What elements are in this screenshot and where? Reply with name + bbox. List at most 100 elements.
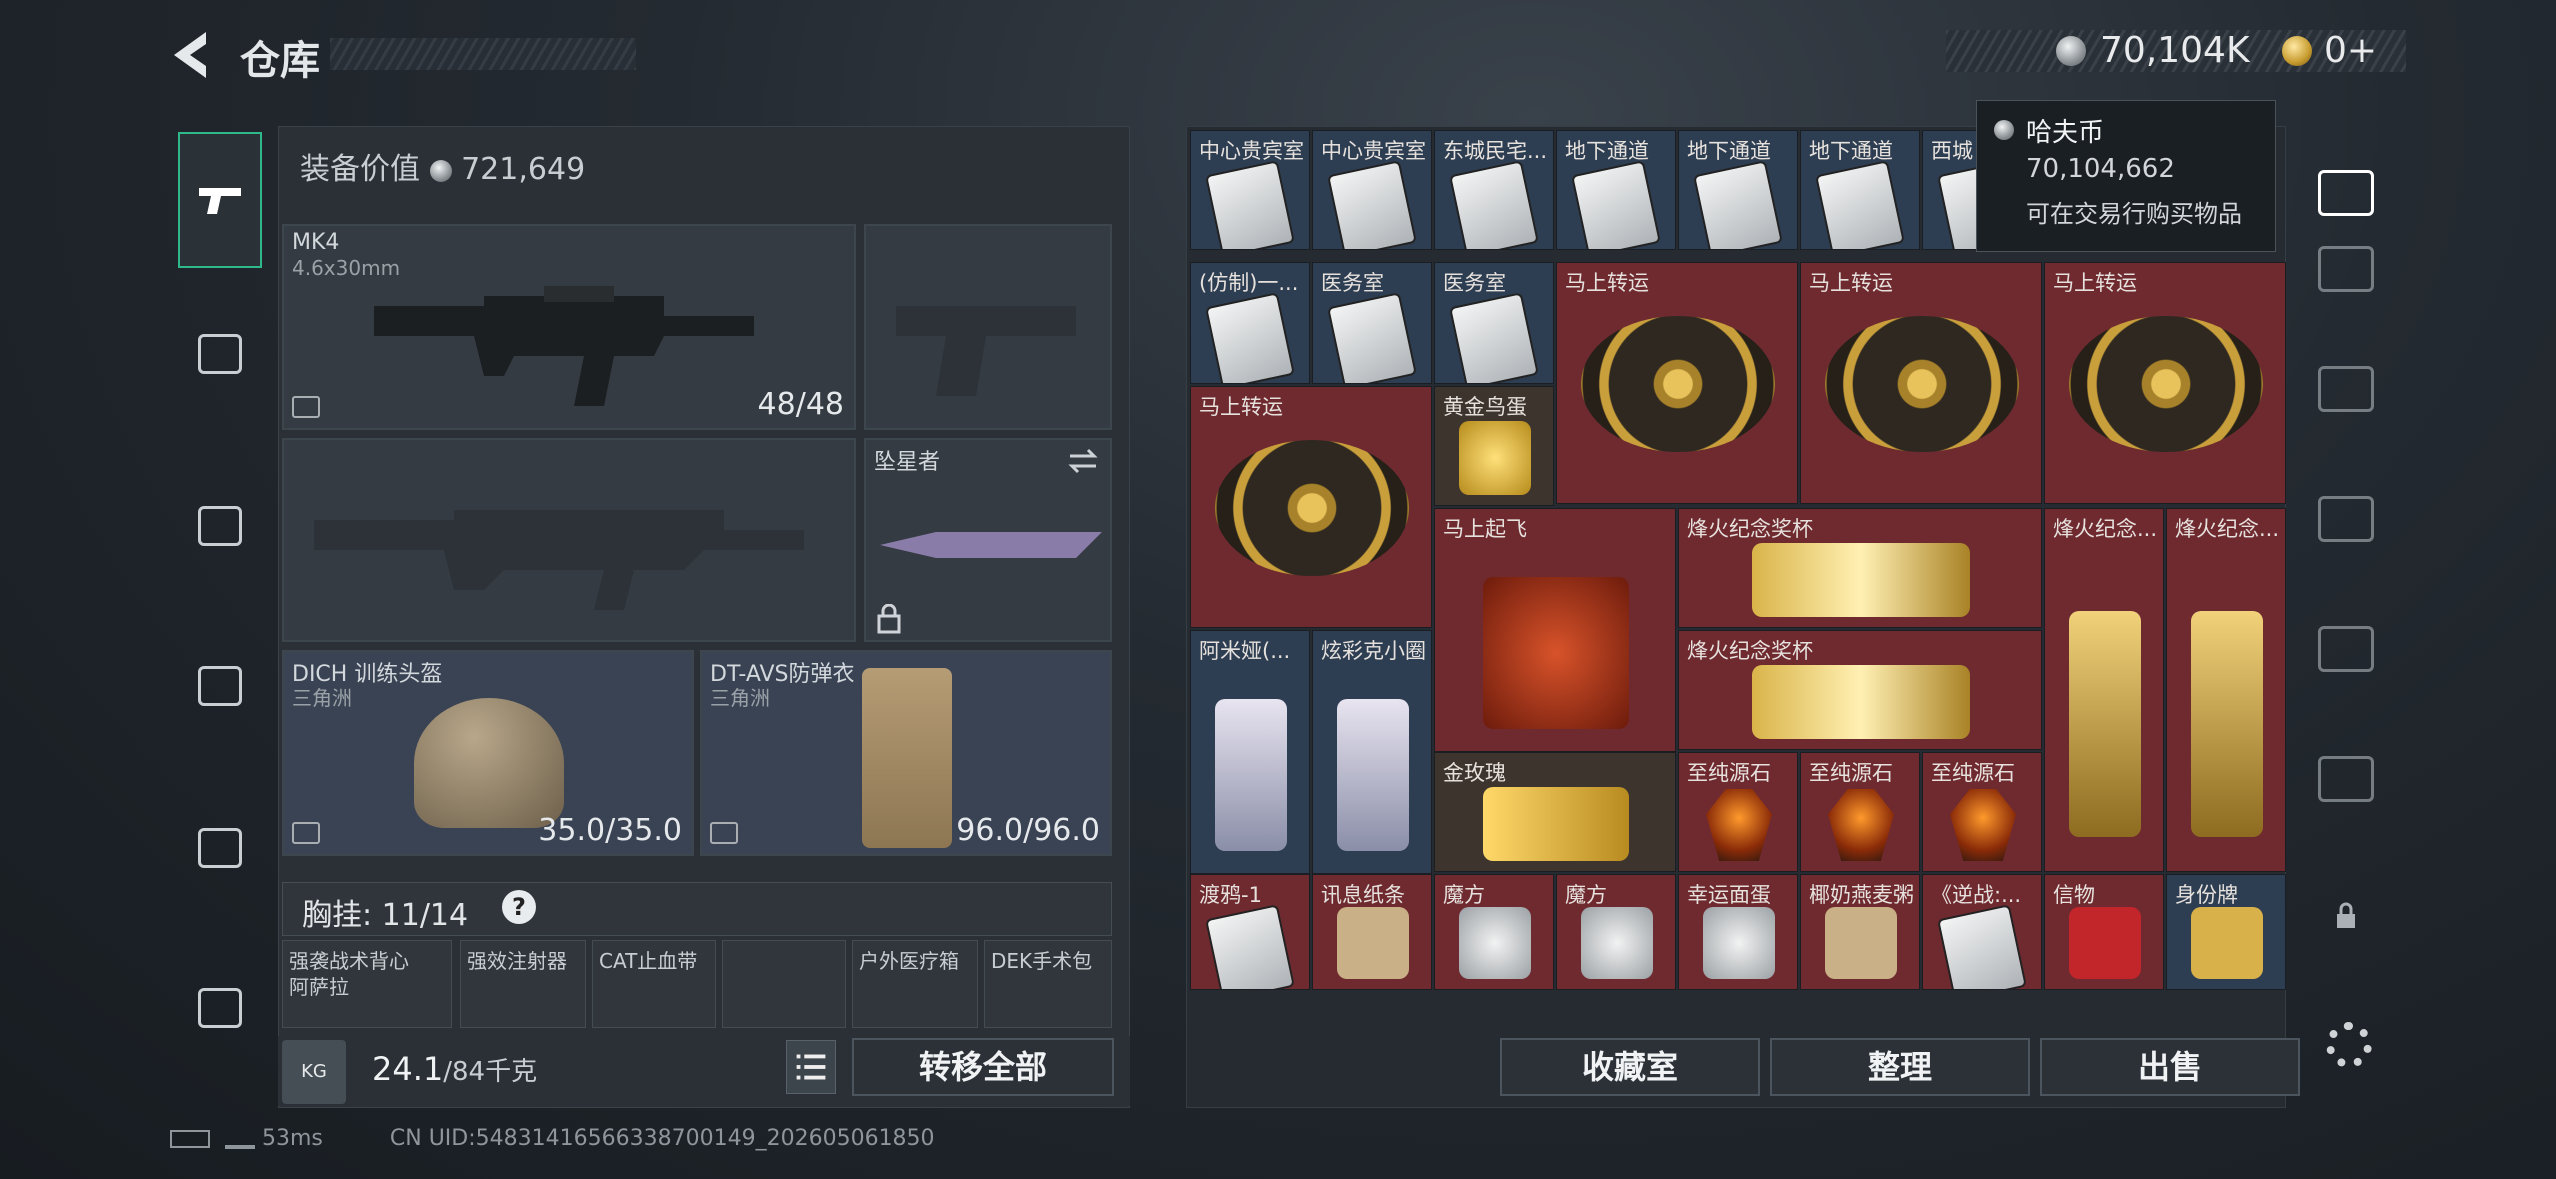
keycard-image xyxy=(1451,294,1537,383)
rig-item-empty[interactable] xyxy=(722,940,846,1028)
grid-item[interactable]: 幸运面蛋 xyxy=(1678,874,1798,990)
grid-item[interactable]: 身份牌 xyxy=(2166,874,2286,990)
grid-item[interactable]: 地下通道 xyxy=(1800,130,1920,250)
primary-weapon-slot[interactable]: MK4 4.6x30mm 48/48 xyxy=(282,224,856,430)
grid-item[interactable]: 至纯源石 xyxy=(1922,752,2042,872)
helmet-slot[interactable]: DICH 训练头盔 三角洲 35.0/35.0 xyxy=(282,650,694,856)
backpack-icon xyxy=(198,506,242,546)
grid-item[interactable]: 阿米娅(... xyxy=(1190,630,1310,874)
rig-item-label: DEK手术包 xyxy=(991,949,1093,973)
tag-image xyxy=(2191,907,2263,980)
silver-coin-icon xyxy=(2056,36,2086,66)
grid-item[interactable]: 魔方 xyxy=(1434,874,1554,990)
rig-item[interactable]: DEK手术包 xyxy=(984,940,1112,1028)
grid-item-label: 金玫瑰 xyxy=(1443,761,1506,785)
grid-item[interactable]: 中心贵宾室 xyxy=(1190,130,1310,250)
keycard-image xyxy=(1329,162,1415,249)
grid-item[interactable]: 至纯源石 xyxy=(1800,752,1920,872)
grid-item[interactable]: 中心贵宾室 xyxy=(1312,130,1432,250)
fig-image xyxy=(1215,699,1287,851)
grid-item[interactable]: 渡鸦-1 xyxy=(1190,874,1310,990)
grid-item[interactable]: 讯息纸条 xyxy=(1312,874,1432,990)
rig-item[interactable]: 强效注射器 xyxy=(460,940,586,1028)
sell-button[interactable]: 出售 xyxy=(2040,1038,2300,1096)
grid-item[interactable]: 马上转运 xyxy=(1190,386,1432,628)
nav-toolbox[interactable] xyxy=(178,940,262,1076)
grid-item[interactable]: 地下通道 xyxy=(1556,130,1676,250)
horse-image xyxy=(1483,577,1629,729)
gear-icon[interactable] xyxy=(2326,1022,2372,1068)
grid-item[interactable]: 烽火纪念奖杯 xyxy=(1678,508,2042,628)
equip-value-amount: 721,649 xyxy=(461,152,586,187)
paper-image xyxy=(1825,907,1897,980)
weight-current: 24.1 xyxy=(372,1050,444,1088)
title-stripe xyxy=(330,38,636,70)
lock-icon[interactable] xyxy=(2334,902,2358,930)
equip-value: 装备价值 721,649 xyxy=(300,144,585,188)
grid-item[interactable]: 医务室 xyxy=(1312,262,1432,384)
gold-balance[interactable]: 0+ xyxy=(2324,30,2377,71)
collection-room-button[interactable]: 收藏室 xyxy=(1500,1038,1760,1096)
transfer-all-button[interactable]: 转移全部 xyxy=(852,1038,1114,1096)
grid-item[interactable]: 马上转运 xyxy=(2044,262,2286,504)
silver-balance[interactable]: 70,104K xyxy=(2100,30,2250,71)
nav-backpack[interactable] xyxy=(178,458,262,594)
grid-item[interactable]: 椰奶燕麦粥 xyxy=(1800,874,1920,990)
grid-item-label: 身份牌 xyxy=(2175,883,2238,907)
grid-item[interactable]: 马上转运 xyxy=(1556,262,1798,504)
cube-image xyxy=(1459,907,1531,980)
grid-item[interactable]: 东城民宅... xyxy=(1434,130,1554,250)
grid-item-label: 地下通道 xyxy=(1565,139,1649,163)
grid-item[interactable]: 信物 xyxy=(2044,874,2164,990)
weight-value: 24.1/84千克 xyxy=(372,1050,537,1088)
armor-slot[interactable]: DT-AVS防弹衣 三角洲 96.0/96.0 xyxy=(700,650,1112,856)
grid-item-label: 烽火纪念... xyxy=(2053,517,2158,541)
grid-item[interactable]: (仿制)一... xyxy=(1190,262,1310,384)
grid-item[interactable]: 黄金鸟蛋 xyxy=(1434,386,1554,506)
storage-tab-icon[interactable] xyxy=(2318,246,2374,292)
weight-icon: KG xyxy=(282,1040,346,1104)
pistol-slot[interactable] xyxy=(864,224,1112,430)
grid-item[interactable]: 至纯源石 xyxy=(1678,752,1798,872)
swap-icon[interactable] xyxy=(1066,446,1100,476)
back-icon[interactable] xyxy=(166,26,214,84)
grid-item[interactable]: 炫彩克小圈 xyxy=(1312,630,1432,874)
storage-tab-icon[interactable] xyxy=(2318,496,2374,542)
nav-case[interactable] xyxy=(178,780,262,916)
grid-item[interactable]: 马上转运 xyxy=(1800,262,2042,504)
silver-coin-icon xyxy=(1994,120,2014,140)
grid-item-label: 医务室 xyxy=(1321,271,1384,295)
sort-button[interactable]: 整理 xyxy=(1770,1038,2030,1096)
grid-item[interactable]: 《逆战:... xyxy=(1922,874,2042,990)
storage-tab-icon[interactable] xyxy=(2318,626,2374,672)
grid-item[interactable]: 地下通道 xyxy=(1678,130,1798,250)
grid-item[interactable]: 魔方 xyxy=(1556,874,1676,990)
grid-item[interactable]: 医务室 xyxy=(1434,262,1554,384)
grid-item[interactable]: 烽火纪念奖杯 xyxy=(1678,630,2042,750)
grid-item[interactable]: 烽火纪念... xyxy=(2044,508,2164,872)
keycard-image xyxy=(1451,162,1537,249)
nav-bag[interactable] xyxy=(178,618,262,754)
rig-item-label: 强效注射器 xyxy=(467,949,567,973)
secondary-weapon-slot[interactable] xyxy=(282,438,856,642)
storage-tab-icon[interactable] xyxy=(2318,756,2374,802)
melee-slot[interactable]: 坠星者 xyxy=(864,438,1112,642)
rig-item[interactable]: CAT止血带 xyxy=(592,940,716,1028)
armor-image xyxy=(862,668,952,848)
grid-item[interactable]: 马上起飞 xyxy=(1434,508,1676,752)
rig-help-button[interactable]: ? xyxy=(502,890,536,924)
grid-item-label: 炫彩克小圈 xyxy=(1321,639,1426,663)
home-icon[interactable] xyxy=(2318,170,2374,216)
grid-item[interactable]: 金玫瑰 xyxy=(1434,752,1676,872)
grid-item[interactable]: 烽火纪念... xyxy=(2166,508,2286,872)
status-bar: 53ms CN UID:5483141656633870014​9_202605… xyxy=(170,1126,935,1151)
egg-image xyxy=(1459,420,1531,495)
melee-name: 坠星者 xyxy=(874,450,941,475)
no-insurance-icon xyxy=(292,822,320,844)
list-icon[interactable] xyxy=(786,1040,836,1094)
rig-item[interactable]: 户外医疗箱 xyxy=(852,940,978,1028)
rig-item[interactable]: 强袭战术背心 阿萨拉 xyxy=(282,940,452,1028)
storage-tab-icon[interactable] xyxy=(2318,366,2374,412)
nav-vest[interactable] xyxy=(178,286,262,422)
nav-weapons[interactable] xyxy=(178,132,262,268)
